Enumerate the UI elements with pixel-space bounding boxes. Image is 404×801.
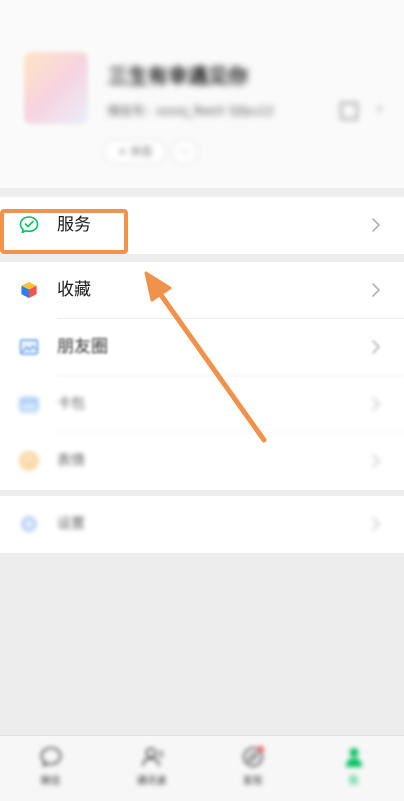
person-icon xyxy=(345,748,362,767)
menu-item-label: 设置 xyxy=(57,516,85,532)
chevron-right-icon xyxy=(372,517,380,531)
chat-bubble-icon xyxy=(40,747,61,768)
features-group: 收藏 朋友圈 卡包 表情 xyxy=(0,262,404,490)
tab-label: 我 xyxy=(348,776,359,787)
tab-contacts[interactable]: 通讯录 xyxy=(101,744,202,800)
compass-icon xyxy=(242,746,264,767)
menu-item-label: 服务 xyxy=(57,215,91,235)
menu-item-label: 朋友圈 xyxy=(57,337,108,357)
smiley-icon xyxy=(19,451,39,471)
wechat-id: 微信号：xxxxj_ReeX 5jfpu12 xyxy=(108,104,275,118)
gear-icon xyxy=(21,516,37,532)
menu-item-settings[interactable]: 设置 xyxy=(0,496,404,553)
services-group: 服务 xyxy=(0,197,404,254)
menu-item-label: 收藏 xyxy=(57,280,91,300)
menu-item-services[interactable]: 服务 xyxy=(0,197,404,254)
image-icon xyxy=(19,339,39,355)
chevron-right-icon: › xyxy=(376,98,384,119)
status-more-button[interactable]: ··· xyxy=(172,140,198,164)
menu-item-label: 表情 xyxy=(57,453,85,469)
tab-me[interactable]: 我 xyxy=(303,744,404,800)
chevron-right-icon xyxy=(372,454,380,468)
tab-label: 微信 xyxy=(40,776,61,787)
card-icon xyxy=(19,397,39,412)
tab-label: 通讯录 xyxy=(136,776,167,787)
tab-chats[interactable]: 微信 xyxy=(0,744,101,800)
menu-item-favorites[interactable]: 收藏 xyxy=(0,262,404,319)
cube-icon xyxy=(20,281,38,299)
avatar[interactable] xyxy=(24,52,88,124)
chevron-right-icon xyxy=(372,340,380,354)
menu-item-cards[interactable]: 卡包 xyxy=(0,376,404,433)
menu-item-label: 卡包 xyxy=(57,396,85,412)
profile-header[interactable]: 三生有幸遇见你 微信号：xxxxj_ReeX 5jfpu12 › + 状态 ··… xyxy=(0,0,404,188)
settings-group: 设置 xyxy=(0,496,404,553)
status-button[interactable]: + 状态 xyxy=(104,140,166,164)
tab-label: 发现 xyxy=(242,776,263,787)
wechat-pay-icon xyxy=(19,216,39,234)
chevron-right-icon xyxy=(372,218,380,232)
chevron-right-icon xyxy=(372,283,380,297)
profile-name: 三生有幸遇见你 xyxy=(108,64,248,88)
menu-item-moments[interactable]: 朋友圈 xyxy=(0,319,404,376)
bottom-tab-bar: 微信 通讯录 发现 我 xyxy=(0,735,404,801)
tab-discover[interactable]: 发现 xyxy=(202,744,303,800)
menu-item-stickers[interactable]: 表情 xyxy=(0,433,404,490)
contacts-icon xyxy=(141,747,163,767)
chevron-right-icon xyxy=(372,397,380,411)
qr-code-icon[interactable] xyxy=(340,102,358,120)
